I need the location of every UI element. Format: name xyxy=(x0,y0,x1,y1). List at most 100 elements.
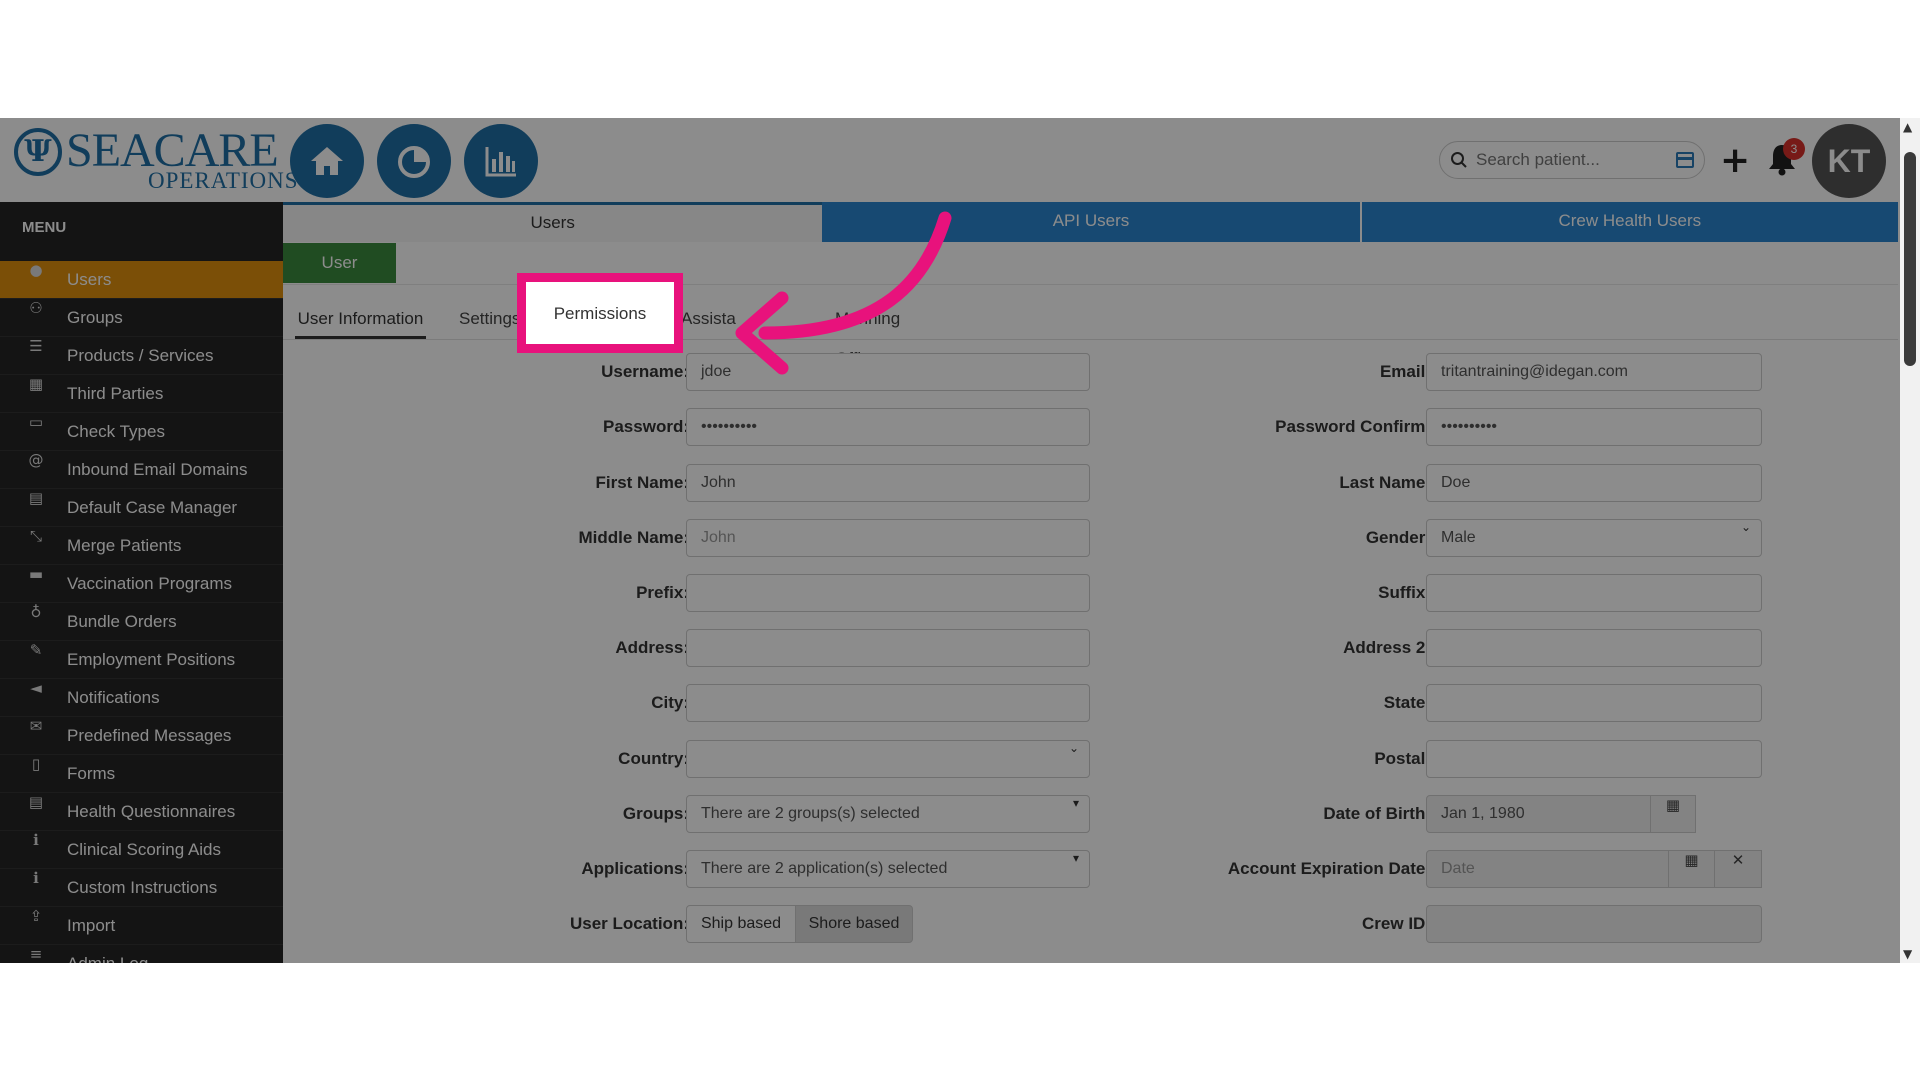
city-field[interactable] xyxy=(686,684,1090,722)
postal-field[interactable] xyxy=(1426,740,1762,778)
sidebar-item-label: Bundle Orders xyxy=(67,612,177,631)
avatar[interactable]: KT xyxy=(1812,124,1886,198)
sidebar-item-clinical-scoring-aids[interactable]: ℹ Clinical Scoring Aids xyxy=(0,831,283,869)
reports-button[interactable] xyxy=(464,124,538,198)
dob-label: Date of Birth: xyxy=(1323,804,1431,823)
sidebar-item-custom-instructions[interactable]: ℹ Custom Instructions xyxy=(0,869,283,907)
applications-label: Applications: xyxy=(581,859,689,878)
email-field[interactable]: tritantraining@idegan.com xyxy=(1426,353,1762,391)
header: Ψ SEACARE OPERATIONS + 3 KT xyxy=(0,118,1920,202)
last-name-field[interactable]: Doe xyxy=(1426,464,1762,502)
scroll-down-icon[interactable]: ▼ xyxy=(1903,947,1912,961)
sidebar-item-label: Clinical Scoring Aids xyxy=(67,840,222,859)
scroll-thumb[interactable] xyxy=(1904,152,1916,366)
sidebar-item-third-parties[interactable]: ▦ Third Parties xyxy=(0,375,283,413)
sidebar-item-label: Check Types xyxy=(67,422,165,441)
tab-crew-health-users[interactable]: Crew Health Users xyxy=(1361,202,1898,242)
app-window: Ψ SEACARE OPERATIONS + 3 KT MENU ● Users … xyxy=(0,118,1920,963)
middle-name-label: Middle Name: xyxy=(578,528,689,547)
sidebar-item-forms[interactable]: ▯ Forms xyxy=(0,755,283,793)
sidebar-item-groups[interactable]: ⚇ Groups xyxy=(0,299,283,337)
sidebar-item-label: Default Case Manager xyxy=(67,498,238,517)
sidebar-item-users[interactable]: ● Users xyxy=(0,261,283,299)
sidebar-item-label: Predefined Messages xyxy=(67,726,232,745)
card-scan-icon[interactable] xyxy=(1676,152,1694,168)
sidebar-item-check-types[interactable]: ▭ Check Types xyxy=(0,413,283,451)
clear-icon[interactable]: ✕ xyxy=(1714,850,1762,888)
dob-field[interactable]: Jan 1, 1980 ▦ xyxy=(1426,795,1696,833)
add-icon[interactable]: + xyxy=(1720,140,1750,181)
groups-label: Groups: xyxy=(622,804,689,823)
prefix-field[interactable] xyxy=(686,574,1090,612)
sidebar-item-health-questionnaires[interactable]: ▤ Health Questionnaires xyxy=(0,793,283,831)
suffix-label: Suffix: xyxy=(1378,583,1431,602)
user-icon: ● xyxy=(29,261,43,279)
applications-multiselect[interactable]: There are 2 application(s) selected ▾ xyxy=(686,850,1090,888)
gender-select[interactable]: Male ⌄ xyxy=(1426,519,1762,557)
address-2-field[interactable] xyxy=(1426,629,1762,667)
sidebar-item-notifications[interactable]: ◄ Notifications xyxy=(0,679,283,717)
crew-id-label: Crew ID: xyxy=(1362,914,1431,933)
prefix-label: Prefix: xyxy=(636,583,689,602)
tab-user-information[interactable]: User Information xyxy=(295,299,426,339)
pie-chart-icon xyxy=(398,146,430,178)
wrench-icon: ✎ xyxy=(29,641,43,659)
password-confirm-field[interactable]: •••••••••• xyxy=(1426,408,1762,446)
crew-id-field[interactable] xyxy=(1426,905,1762,943)
search-input[interactable] xyxy=(1476,148,1666,172)
home-button[interactable] xyxy=(290,124,364,198)
sidebar-item-predefined-messages[interactable]: ✉ Predefined Messages xyxy=(0,717,283,755)
ship-based-button[interactable]: Ship based xyxy=(686,905,796,943)
middle-name-field[interactable]: John xyxy=(686,519,1090,557)
tab-permissions[interactable]: Permissions xyxy=(517,273,683,353)
sort-icon: ≡ xyxy=(29,945,43,963)
users-icon: ⚇ xyxy=(29,299,43,317)
sidebar-item-products-services[interactable]: ☰ Products / Services xyxy=(0,337,283,375)
sidebar-item-inbound-email-domains[interactable]: @ Inbound Email Domains xyxy=(0,451,283,489)
sidebar-item-import[interactable]: ⇪ Import xyxy=(0,907,283,945)
password-field[interactable]: •••••••••• xyxy=(686,408,1090,446)
sidebar-item-employment-positions[interactable]: ✎ Employment Positions xyxy=(0,641,283,679)
suffix-field[interactable] xyxy=(1426,574,1762,612)
username-label: Username: xyxy=(601,362,689,381)
sidebar-item-label: Forms xyxy=(67,764,116,783)
at-icon: @ xyxy=(28,451,44,469)
state-label: State: xyxy=(1383,693,1431,712)
last-name-label: Last Name: xyxy=(1339,473,1431,492)
sidebar-item-vaccination-programs[interactable]: ▬ Vaccination Programs xyxy=(0,565,283,603)
trident-icon: Ψ xyxy=(14,128,62,176)
user-button[interactable]: User xyxy=(283,243,396,283)
shore-based-button[interactable]: Shore based xyxy=(795,905,913,943)
sidebar-item-merge-patients[interactable]: ⤡ Merge Patients xyxy=(0,527,283,565)
sidebar-item-label: Admin Log xyxy=(67,954,148,963)
info-circle-icon: ℹ xyxy=(33,869,39,887)
sidebar-item-label: Third Parties xyxy=(67,384,164,403)
scroll-up-icon[interactable]: ▲ xyxy=(1903,120,1912,134)
sidebar-item-label: Employment Positions xyxy=(67,650,236,669)
scrollbar[interactable]: ▲ ▼ xyxy=(1900,118,1920,963)
envelope-icon: ✉ xyxy=(29,717,43,735)
seacare-logo[interactable]: Ψ SEACARE OPERATIONS xyxy=(14,126,298,193)
sidebar-item-admin-log[interactable]: ≡ Admin Log xyxy=(0,945,283,963)
tab-settings[interactable]: Settings xyxy=(459,299,520,339)
groups-multiselect[interactable]: There are 2 groups(s) selected ▾ xyxy=(686,795,1090,833)
state-field[interactable] xyxy=(1426,684,1762,722)
first-name-field[interactable]: John xyxy=(686,464,1090,502)
chevron-down-icon: ⌄ xyxy=(1740,520,1751,534)
dashboard-button[interactable] xyxy=(377,124,451,198)
expiration-date-field[interactable]: Date ▦ ✕ xyxy=(1426,850,1762,888)
tab-permissions-label: Permissions xyxy=(553,304,647,323)
address-field[interactable] xyxy=(686,629,1090,667)
sidebar-item-default-case-manager[interactable]: ▤ Default Case Manager xyxy=(0,489,283,527)
list-icon: ☰ xyxy=(29,337,43,355)
calendar-icon[interactable]: ▦ xyxy=(1650,795,1696,833)
sidebar-item-label: Notifications xyxy=(67,688,160,707)
pointer-arrow-icon xyxy=(735,211,952,375)
postal-label: Postal: xyxy=(1374,749,1431,768)
patient-search[interactable] xyxy=(1439,141,1705,179)
caret-down-icon: ▾ xyxy=(1072,796,1079,810)
calendar-icon[interactable]: ▦ xyxy=(1668,850,1715,888)
applications-value: There are 2 application(s) selected xyxy=(701,860,948,877)
sidebar-item-bundle-orders[interactable]: ♁ Bundle Orders xyxy=(0,603,283,641)
country-select[interactable]: ⌄ xyxy=(686,740,1090,778)
